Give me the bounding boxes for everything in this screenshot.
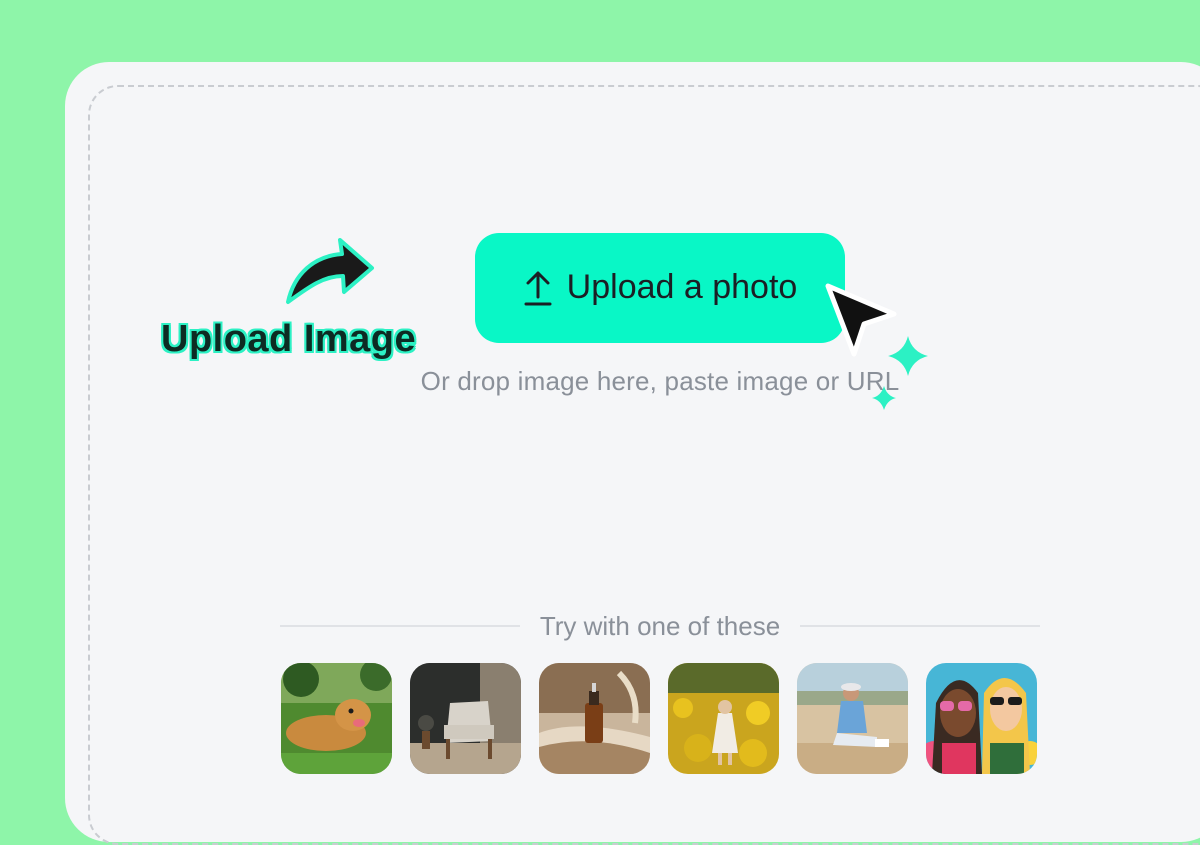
upload-photo-button[interactable]: Upload a photo <box>475 233 845 343</box>
bottle-photo-thumbnail[interactable] <box>539 663 650 774</box>
divider-line-right <box>800 625 1040 627</box>
dog-photo-thumbnail[interactable] <box>281 663 392 774</box>
sparkle-icon <box>864 332 944 427</box>
samples-divider: Try with one of these <box>280 608 1040 644</box>
drop-hint-text: Or drop image here, paste image or URL <box>420 366 900 396</box>
upload-image-annotation: Upload Image <box>161 318 417 360</box>
upload-button-label: Upload a photo <box>566 268 798 306</box>
curved-arrow-icon <box>280 230 380 315</box>
flower-field-photo-thumbnail[interactable] <box>668 663 779 774</box>
sample-thumbnails <box>281 663 1037 774</box>
armchair-photo-thumbnail[interactable] <box>410 663 521 774</box>
seated-person-photo-thumbnail[interactable] <box>797 663 908 774</box>
illustration-thumbnail[interactable] <box>926 663 1037 774</box>
samples-heading: Try with one of these <box>539 610 781 641</box>
divider-line-left <box>280 625 520 627</box>
upload-arrow-icon <box>523 269 553 307</box>
